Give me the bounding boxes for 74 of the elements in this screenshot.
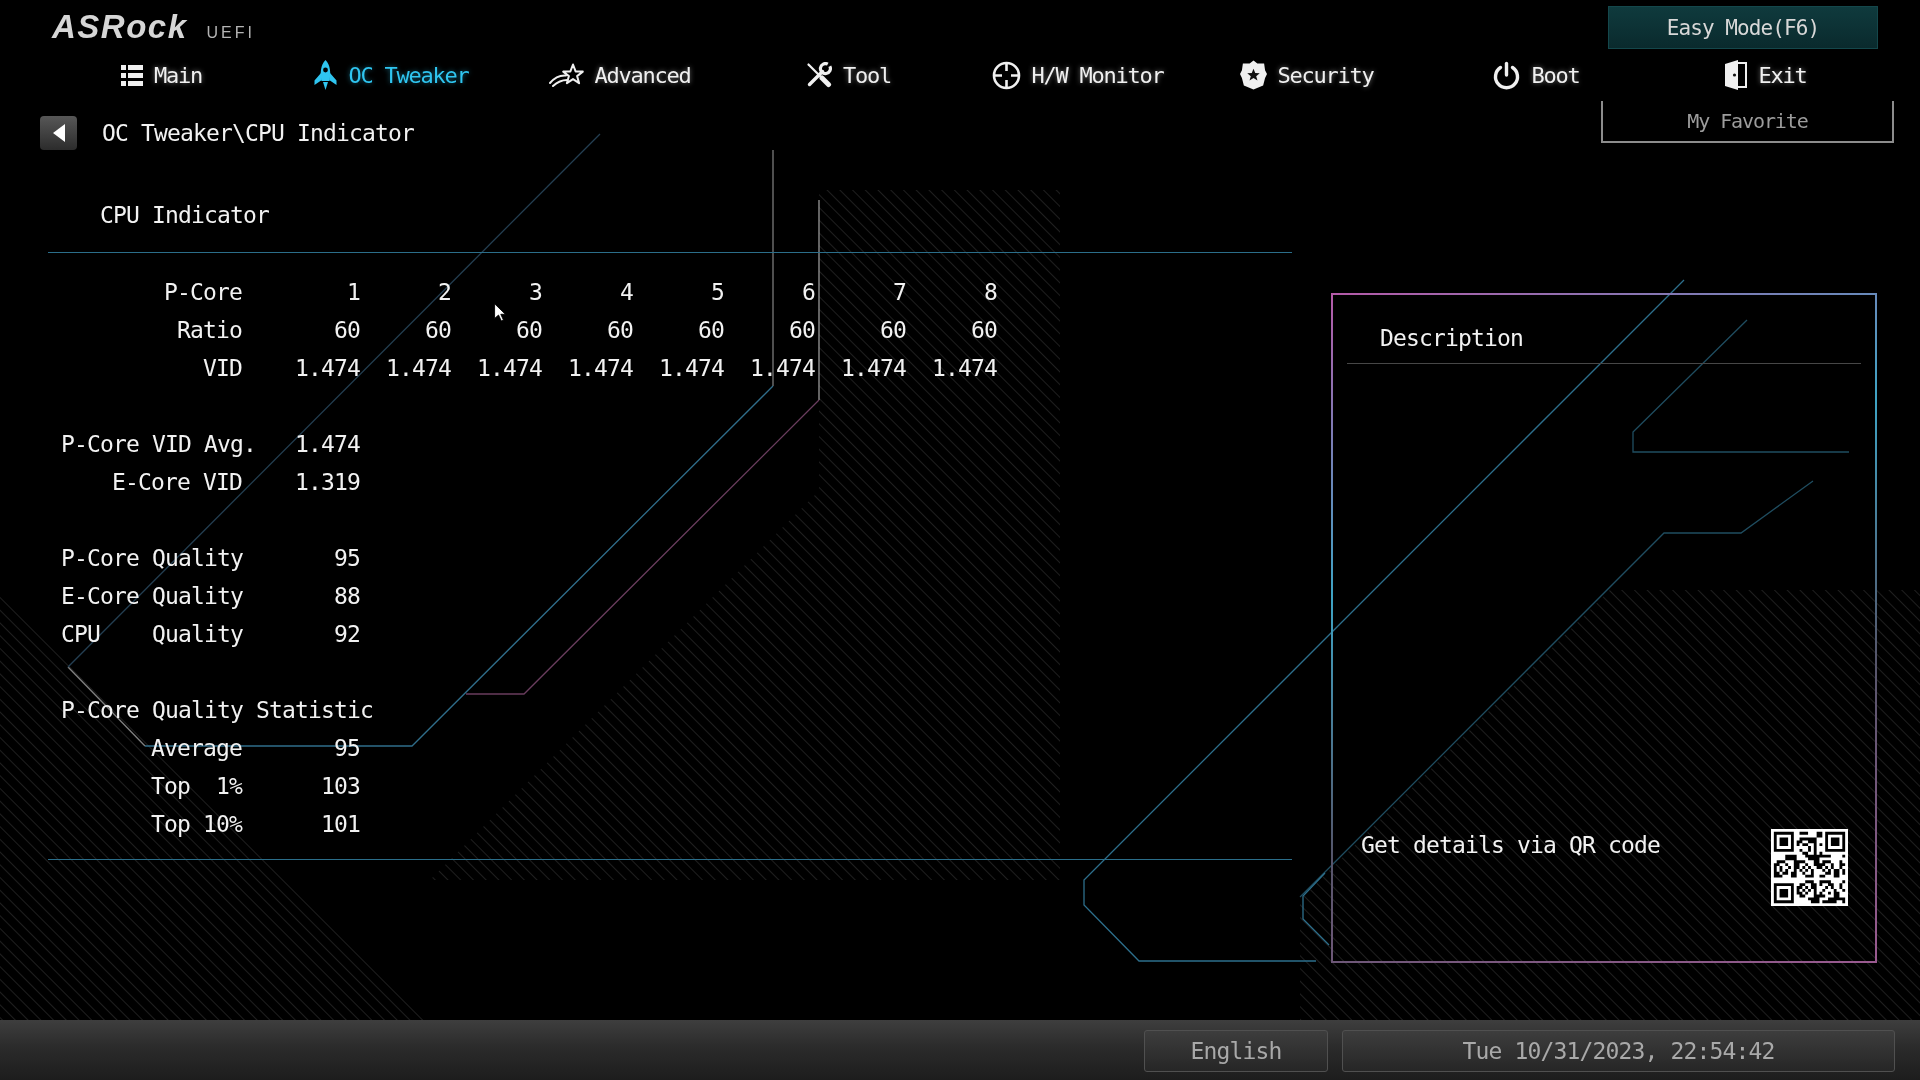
list-icon bbox=[121, 64, 143, 86]
core-number: 8 bbox=[984, 279, 997, 305]
core-value: 60 bbox=[425, 317, 451, 343]
stat-value: 95 bbox=[334, 735, 360, 761]
stat-label: Average bbox=[151, 735, 242, 761]
group-title: P-Core Quality Statistic bbox=[61, 697, 373, 723]
core-value: 60 bbox=[334, 317, 360, 343]
door-icon bbox=[1722, 60, 1748, 90]
stat-label: P-Core Quality bbox=[61, 545, 243, 571]
stat-value: 92 bbox=[334, 621, 360, 647]
core-value: 60 bbox=[971, 317, 997, 343]
badge-icon bbox=[1239, 60, 1267, 90]
core-number: 1 bbox=[347, 279, 360, 305]
nav-tab[interactable]: Tool bbox=[806, 62, 891, 88]
stat-label: E-Core VID bbox=[112, 469, 242, 495]
stat-value: 101 bbox=[321, 811, 360, 837]
stat-value: 95 bbox=[334, 545, 360, 571]
section-title: CPU Indicator bbox=[100, 201, 269, 230]
core-value: 1.474 bbox=[932, 355, 997, 381]
stat-label: Top 1% bbox=[151, 773, 242, 799]
core-value: 1.474 bbox=[659, 355, 724, 381]
nav-tab[interactable]: Main bbox=[121, 62, 202, 88]
nav-tab[interactable]: H/W Monitor bbox=[991, 60, 1164, 90]
stat-value: 88 bbox=[334, 583, 360, 609]
crosshair-icon bbox=[991, 60, 1021, 90]
power-icon bbox=[1491, 60, 1521, 90]
language-button[interactable]: English bbox=[1144, 1030, 1328, 1072]
uefi-label: UEFI bbox=[206, 23, 255, 43]
back-button[interactable] bbox=[40, 116, 77, 150]
nav-tab[interactable]: Advanced bbox=[548, 62, 691, 88]
core-value: 1.474 bbox=[477, 355, 542, 381]
nav-tab[interactable]: OC Tweaker bbox=[312, 60, 469, 90]
core-value: 1.474 bbox=[841, 355, 906, 381]
rocket-icon bbox=[312, 60, 338, 90]
breadcrumb: OC Tweaker\CPU Indicator bbox=[102, 119, 414, 148]
easy-mode-button[interactable]: Easy Mode(F6) bbox=[1608, 6, 1878, 49]
core-value: 60 bbox=[880, 317, 906, 343]
qr-hint-text: Get details via QR code bbox=[1361, 831, 1660, 860]
stat-value: 1.319 bbox=[295, 469, 360, 495]
qr-code-icon bbox=[1770, 828, 1848, 906]
stat-value: 103 bbox=[321, 773, 360, 799]
core-number: 4 bbox=[620, 279, 633, 305]
core-number: 7 bbox=[893, 279, 906, 305]
stat-value: 1.474 bbox=[295, 431, 360, 457]
core-value: 1.474 bbox=[386, 355, 451, 381]
mouse-pointer-icon bbox=[494, 303, 506, 322]
core-number: 6 bbox=[802, 279, 815, 305]
row-label: VID bbox=[203, 355, 242, 381]
core-value: 60 bbox=[789, 317, 815, 343]
nav-tab[interactable]: Boot bbox=[1491, 60, 1580, 90]
star-icon bbox=[548, 63, 584, 87]
wrench-screwdriver-icon bbox=[806, 62, 832, 88]
row-label: P-Core bbox=[164, 279, 242, 305]
brand-logo: ASRock bbox=[52, 8, 188, 46]
stat-label: P-Core VID Avg. bbox=[61, 431, 256, 457]
core-value: 60 bbox=[607, 317, 633, 343]
stat-label: CPU Quality bbox=[61, 621, 243, 647]
panel-title: Description bbox=[1380, 324, 1523, 353]
nav-tab[interactable]: Security bbox=[1239, 60, 1374, 90]
core-value: 1.474 bbox=[750, 355, 815, 381]
core-number: 3 bbox=[529, 279, 542, 305]
date-time: Tue 10/31/2023, 22:54:42 bbox=[1342, 1030, 1895, 1072]
stat-label: Top 10% bbox=[151, 811, 242, 837]
core-value: 1.474 bbox=[568, 355, 633, 381]
core-number: 5 bbox=[711, 279, 724, 305]
left-triangle-icon bbox=[52, 124, 65, 142]
core-number: 2 bbox=[438, 279, 451, 305]
nav-tab[interactable]: Exit bbox=[1722, 60, 1807, 90]
stat-label: E-Core Quality bbox=[61, 583, 243, 609]
core-value: 60 bbox=[516, 317, 542, 343]
core-value: 60 bbox=[698, 317, 724, 343]
row-label: Ratio bbox=[177, 317, 242, 343]
core-value: 1.474 bbox=[295, 355, 360, 381]
my-favorite-button[interactable]: My Favorite bbox=[1601, 101, 1894, 143]
